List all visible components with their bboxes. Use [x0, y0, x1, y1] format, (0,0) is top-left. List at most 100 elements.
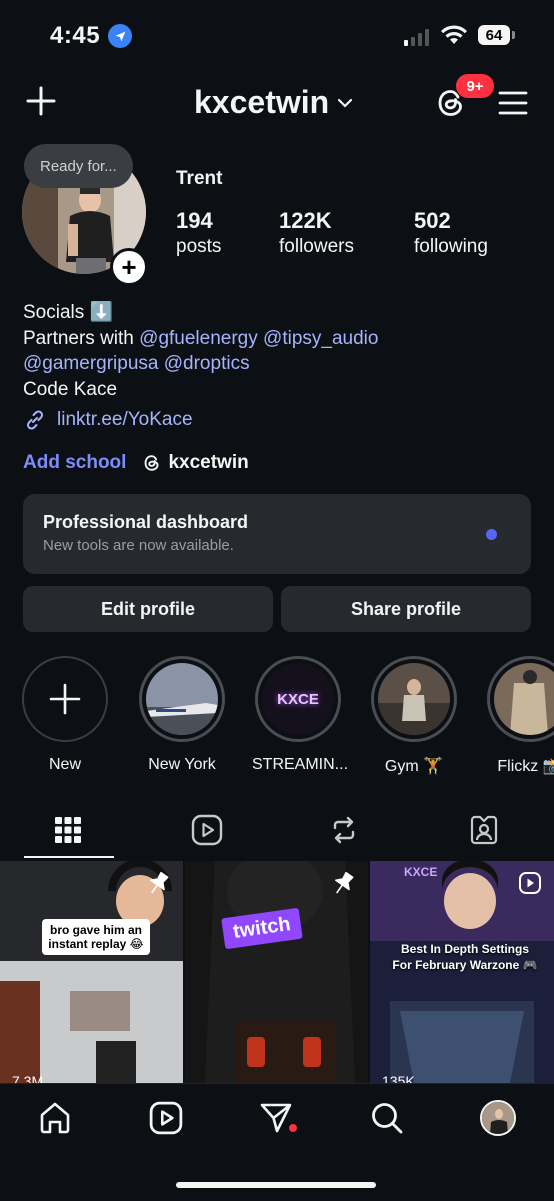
highlight-label: STREAMIN...: [252, 756, 349, 773]
tab-reposts[interactable]: [324, 810, 364, 850]
bio-mentions-line: @gamergripusa @droptics: [23, 351, 533, 377]
reels-icon: [191, 814, 223, 846]
account-switcher[interactable]: kxcetwin: [194, 84, 353, 121]
highlight-ring: KXCE: [255, 656, 341, 742]
notification-badge: 9+: [456, 74, 494, 98]
mention-link[interactable]: @tipsy_audio: [263, 328, 378, 349]
profile-avatar-small: [480, 1100, 516, 1136]
grid-post[interactable]: bro gave him an instant replay 😂 7.3M: [0, 861, 183, 1083]
highlight-ring: [22, 656, 108, 742]
threads-profile-link[interactable]: kxcetwin: [142, 452, 249, 474]
highlight-ring: [487, 656, 554, 742]
nav-search[interactable]: [367, 1098, 407, 1138]
post-caption: Best In Depth Settings For February Warz…: [392, 942, 538, 972]
grid-icon: [55, 817, 81, 843]
home-indicator: [176, 1182, 376, 1188]
pin-icon: [335, 871, 354, 894]
note-bubble[interactable]: Ready for...: [24, 144, 133, 188]
reel-icon: [519, 872, 541, 894]
display-name: Trent: [176, 168, 223, 189]
wifi-icon: [440, 24, 468, 51]
nav-profile[interactable]: [478, 1098, 518, 1138]
threads-icon: [145, 455, 159, 471]
bio-line: Code Kace: [23, 378, 118, 400]
nav-messages[interactable]: [256, 1098, 297, 1138]
views-count: 7.3M: [12, 1073, 44, 1083]
nav-home[interactable]: [35, 1098, 75, 1138]
bio-link[interactable]: linktr.ee/YoKace: [23, 408, 193, 432]
dashboard-subtitle: New tools are now available.: [43, 537, 234, 554]
highlight-cover: [378, 663, 450, 735]
tab-tagged[interactable]: [464, 810, 504, 850]
highlight-label: New: [48, 756, 81, 773]
link-icon: [26, 410, 44, 430]
bio-partners-line: Partners with @gfuelenergy @tipsy_audio: [23, 326, 533, 352]
stat-label: posts: [176, 236, 222, 257]
battery-nub: [512, 31, 515, 39]
dashboard-title: Professional dashboard: [43, 512, 249, 532]
bio: Socials ⬇️ Partners with @gfuelenergy @t…: [23, 300, 533, 402]
highlight-gym[interactable]: Gym 🏋️: [368, 656, 460, 776]
share-profile-button[interactable]: Share profile: [281, 586, 531, 632]
post-views: 135K: [382, 1073, 415, 1083]
highlight-flickz[interactable]: Flickz 📸: [484, 656, 554, 776]
grid-post[interactable]: twitch: [185, 861, 368, 1083]
pin-icon: [150, 871, 169, 894]
hamburger-menu-icon: [498, 91, 528, 115]
stat-following[interactable]: 502 following: [414, 208, 488, 258]
grid-post[interactable]: KXCE Best In Depth Settings For February…: [370, 861, 554, 1083]
status-time: 4:45: [50, 22, 101, 49]
username-title: kxcetwin: [194, 84, 330, 120]
highlight-streaming[interactable]: KXCE STREAMIN...: [252, 656, 349, 774]
cellular-signal-icon: [404, 28, 429, 46]
tab-reels[interactable]: [187, 810, 227, 850]
create-post-button[interactable]: [26, 86, 56, 116]
professional-dashboard-card[interactable]: Professional dashboard New tools are now…: [23, 494, 531, 574]
reels-icon: [149, 1101, 183, 1135]
stat-value: 502: [414, 208, 451, 233]
repost-icon: [333, 816, 355, 844]
highlight-ring: [139, 656, 225, 742]
highlight-logo-text: KXCE: [277, 690, 319, 708]
location-arrow-icon: [108, 24, 132, 48]
search-icon: [372, 1103, 403, 1134]
highlight-cover: [494, 663, 554, 735]
bio-partners-prefix: Partners with: [23, 327, 134, 349]
highlight-label: New York: [148, 756, 216, 773]
active-tab-underline: [24, 856, 114, 858]
menu-button[interactable]: [498, 90, 528, 116]
edit-profile-button[interactable]: Edit profile: [23, 586, 273, 632]
nav-reels[interactable]: [146, 1098, 186, 1138]
plus-icon: [26, 86, 56, 116]
stat-posts[interactable]: 194 posts: [176, 208, 221, 258]
mention-link[interactable]: @gfuelenergy: [139, 328, 258, 349]
highlight-new[interactable]: New: [19, 656, 111, 774]
highlight-cover: KXCE: [262, 663, 334, 735]
tab-posts-grid[interactable]: [48, 810, 88, 850]
chevron-down-icon: [338, 98, 353, 108]
post-logo-text: KXCE: [404, 865, 438, 879]
highlight-label: Gym 🏋️: [384, 758, 444, 775]
highlight-new-york[interactable]: New York: [136, 656, 228, 774]
battery-indicator: 64: [478, 25, 510, 45]
add-story-button[interactable]: +: [110, 248, 148, 286]
tagged-person-icon: [470, 815, 498, 845]
stat-label: following: [414, 236, 488, 257]
bio-line: Socials ⬇️: [23, 302, 114, 323]
stat-value: 194: [176, 208, 213, 233]
stat-followers[interactable]: 122K followers: [279, 208, 354, 258]
highlight-ring: [371, 656, 457, 742]
mention-link[interactable]: @droptics: [164, 353, 250, 374]
new-indicator-dot: [486, 529, 497, 540]
post-caption: bro gave him an instant replay 😂: [42, 919, 150, 955]
link-text: linktr.ee/YoKace: [57, 409, 193, 430]
add-school-button[interactable]: Add school: [23, 452, 126, 474]
stat-label: followers: [279, 236, 354, 257]
stat-value: 122K: [279, 208, 332, 233]
home-icon: [40, 1102, 70, 1134]
unread-dot: [289, 1124, 297, 1132]
mention-link[interactable]: @gamergripusa: [23, 353, 158, 374]
views-count: 135K: [382, 1073, 415, 1083]
school-row: Add school kxcetwin: [23, 452, 249, 474]
highlight-cover: [146, 663, 218, 735]
